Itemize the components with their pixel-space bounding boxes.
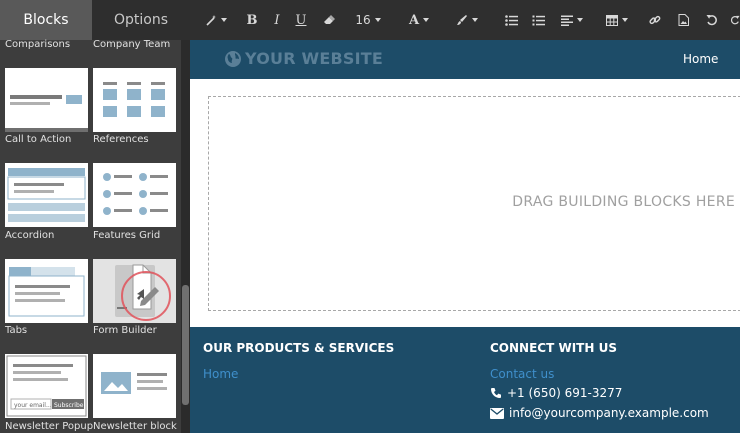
accordion-thumbnail [7, 168, 86, 222]
blocks-sidebar: Blocks Options Comparisons Company Team … [0, 0, 190, 433]
block-label-form-builder: Form Builder [93, 325, 157, 336]
magic-wand-icon [206, 15, 216, 26]
footer-phone: +1 (650) 691-3277 [490, 386, 622, 400]
block-label-accordion: Accordion [5, 230, 55, 241]
tab-options[interactable]: Options [92, 0, 190, 40]
image-icon [678, 14, 689, 26]
call-to-action-thumbnail [5, 95, 88, 132]
bullet-list-button[interactable] [503, 11, 519, 29]
image-button[interactable] [675, 11, 691, 29]
undo-button[interactable] [704, 11, 720, 29]
font-size-value: 16 [355, 13, 371, 27]
site-header: YOUR WEBSITE Home [190, 40, 740, 79]
form-builder-thumbnail [115, 264, 171, 321]
footer-contact-link[interactable]: Contact us [490, 367, 554, 381]
phone-icon [491, 388, 501, 398]
align-dropdown[interactable] [559, 11, 585, 29]
undo-icon [706, 15, 717, 26]
footer-phone-text: +1 (650) 691-3277 [507, 386, 623, 400]
site-title: YOUR WEBSITE [245, 49, 383, 68]
brush-icon [457, 15, 467, 25]
newsletter-email-placeholder: your email... [14, 402, 52, 409]
table-icon [606, 14, 618, 26]
site-footer: OUR PRODUCTS & SERVICES Home CONNECT WIT… [190, 327, 740, 433]
envelope-icon [490, 407, 504, 419]
redo-button[interactable] [730, 11, 740, 29]
references-thumbnail [103, 82, 165, 117]
block-newsletter-block[interactable] [93, 354, 176, 418]
block-label-features-grid: Features Grid [93, 230, 161, 241]
newsletter-subscribe-label: Subscribe [54, 402, 84, 409]
tab-blocks[interactable]: Blocks [0, 0, 92, 40]
newsletter-block-thumbnail [101, 372, 167, 394]
numbered-list-icon [532, 15, 545, 25]
font-color-dropdown[interactable]: A [406, 11, 432, 29]
sidebar-tabs: Blocks Options [0, 0, 190, 40]
underline-button[interactable]: U [294, 11, 308, 29]
sidebar-scrollbar[interactable] [181, 40, 190, 433]
footer-connect-title: CONNECT WITH US [490, 341, 617, 355]
eraser-icon [323, 15, 335, 24]
block-references[interactable] [93, 68, 176, 132]
drop-zone-text: DRAG BUILDING BLOCKS HERE [512, 194, 735, 210]
numbered-list-button[interactable] [530, 11, 546, 29]
italic-button[interactable]: I [270, 11, 284, 29]
italic-icon: I [274, 12, 280, 28]
underline-icon: U [295, 12, 307, 28]
block-features-grid[interactable] [93, 163, 176, 227]
site-brand[interactable]: YOUR WEBSITE [224, 49, 383, 68]
eraser-button[interactable] [321, 11, 337, 29]
footer-home-link[interactable]: Home [203, 367, 238, 381]
sidebar-scroll-thumb[interactable] [182, 285, 189, 405]
font-color-icon: A [408, 12, 420, 28]
footer-email: info@yourcompany.example.com [490, 406, 709, 420]
block-label-newsletter-block: Newsletter block [93, 421, 177, 432]
bullet-list-icon [504, 14, 518, 26]
background-color-dropdown[interactable] [454, 11, 480, 29]
drop-zone[interactable]: DRAG BUILDING BLOCKS HERE [208, 96, 740, 311]
block-label-comparisons: Comparisons [5, 39, 71, 50]
block-call-to-action[interactable] [5, 68, 88, 132]
footer-email-text: info@yourcompany.example.com [509, 406, 709, 420]
newsletter-popup-thumbnail: your email... Subscribe [6, 355, 87, 417]
align-icon [561, 15, 573, 26]
block-form-builder[interactable] [93, 259, 176, 323]
tabs-thumbnail [8, 267, 85, 317]
font-size-dropdown[interactable]: 16 [354, 11, 382, 29]
block-label-tabs: Tabs [5, 325, 28, 336]
footer-products-title: OUR PRODUCTS & SERVICES [203, 341, 395, 355]
redo-icon [730, 15, 740, 25]
block-newsletter-popup[interactable]: your email... Subscribe [5, 354, 88, 418]
features-grid-thumbnail [103, 173, 168, 215]
link-icon [649, 15, 661, 25]
block-label-call-to-action: Call to Action [5, 134, 72, 145]
bold-icon: B [246, 12, 258, 28]
block-label-company-team: Company Team [93, 39, 171, 50]
link-button[interactable] [647, 11, 663, 29]
block-label-references: References [93, 134, 149, 145]
table-dropdown[interactable] [604, 11, 630, 29]
block-label-newsletter-popup: Newsletter Popup [5, 421, 94, 432]
block-accordion[interactable] [5, 163, 88, 227]
website-editor-canvas: YOUR WEBSITE Home DRAG BUILDING BLOCKS H… [190, 40, 740, 433]
globe-icon [225, 50, 241, 67]
bold-button[interactable]: B [245, 11, 259, 29]
nav-home-link[interactable]: Home [683, 52, 718, 66]
block-tabs[interactable] [5, 259, 88, 323]
magic-wand-button[interactable] [204, 11, 228, 29]
editor-toolbar: B I U 16 A [190, 0, 740, 40]
